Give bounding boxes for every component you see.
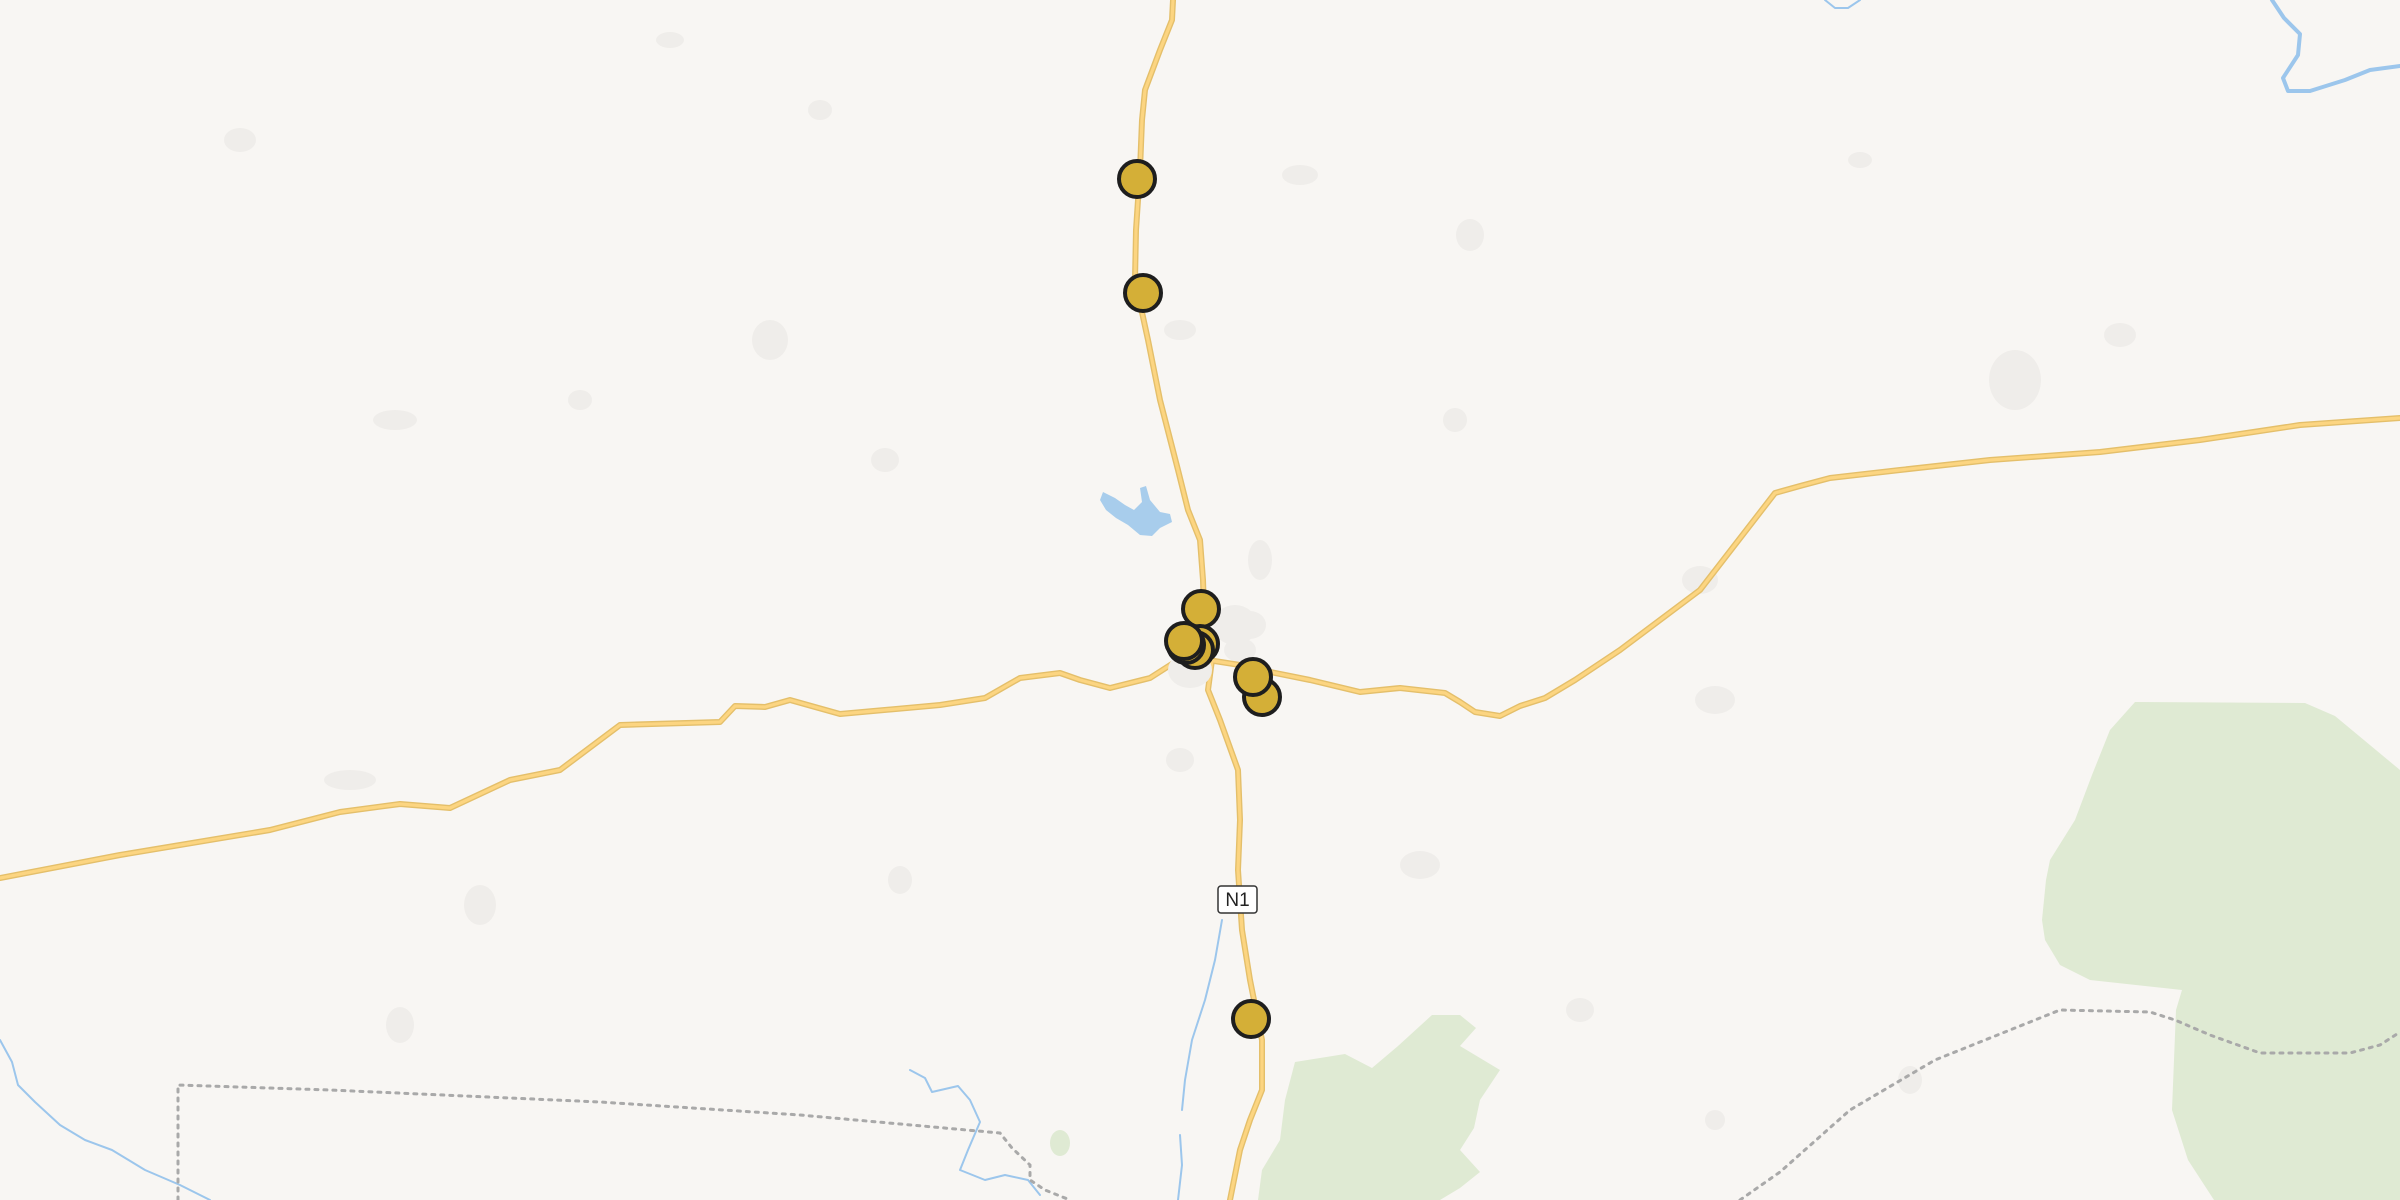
location-marker[interactable] <box>1231 999 1271 1039</box>
location-marker[interactable] <box>1164 621 1204 661</box>
road-shield-n1: N1 <box>1217 885 1258 914</box>
map-layer: N1 <box>0 0 2400 1200</box>
town-area-2 <box>1234 611 1266 639</box>
location-marker[interactable] <box>1123 273 1163 313</box>
terrain-texture <box>224 32 2136 1130</box>
road-shield-label: N1 <box>1225 890 1249 911</box>
location-marker[interactable] <box>1117 159 1157 199</box>
park-area-south <box>1258 1015 1500 1200</box>
location-marker[interactable] <box>1233 657 1273 697</box>
map-canvas[interactable]: N1 <box>0 0 2400 1200</box>
park-area-east <box>2042 702 2400 1200</box>
lake <box>1100 486 1172 536</box>
park-area-small <box>1050 1130 1070 1156</box>
